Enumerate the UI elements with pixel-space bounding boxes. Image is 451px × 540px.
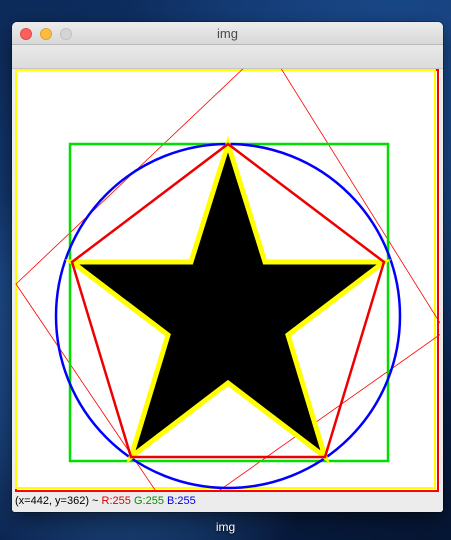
status-coords: (x=442, y=362) ~	[15, 495, 99, 507]
status-blue-value: B:255	[167, 495, 196, 507]
image-window: img (x=442, y=362) ~ R:255 G:255 B:255	[12, 22, 443, 512]
status-bar: (x=442, y=362) ~ R:255 G:255 B:255	[12, 492, 443, 512]
toolbar	[12, 45, 443, 69]
star-shape	[64, 135, 392, 464]
image-drawing	[15, 69, 440, 492]
status-red-value: R:255	[101, 495, 131, 507]
image-canvas[interactable]	[15, 69, 440, 492]
dock-app-label: img	[215, 520, 236, 534]
window-title: img	[217, 26, 238, 41]
title-bar[interactable]: img	[12, 22, 443, 45]
status-green-value: G:255	[133, 495, 164, 507]
